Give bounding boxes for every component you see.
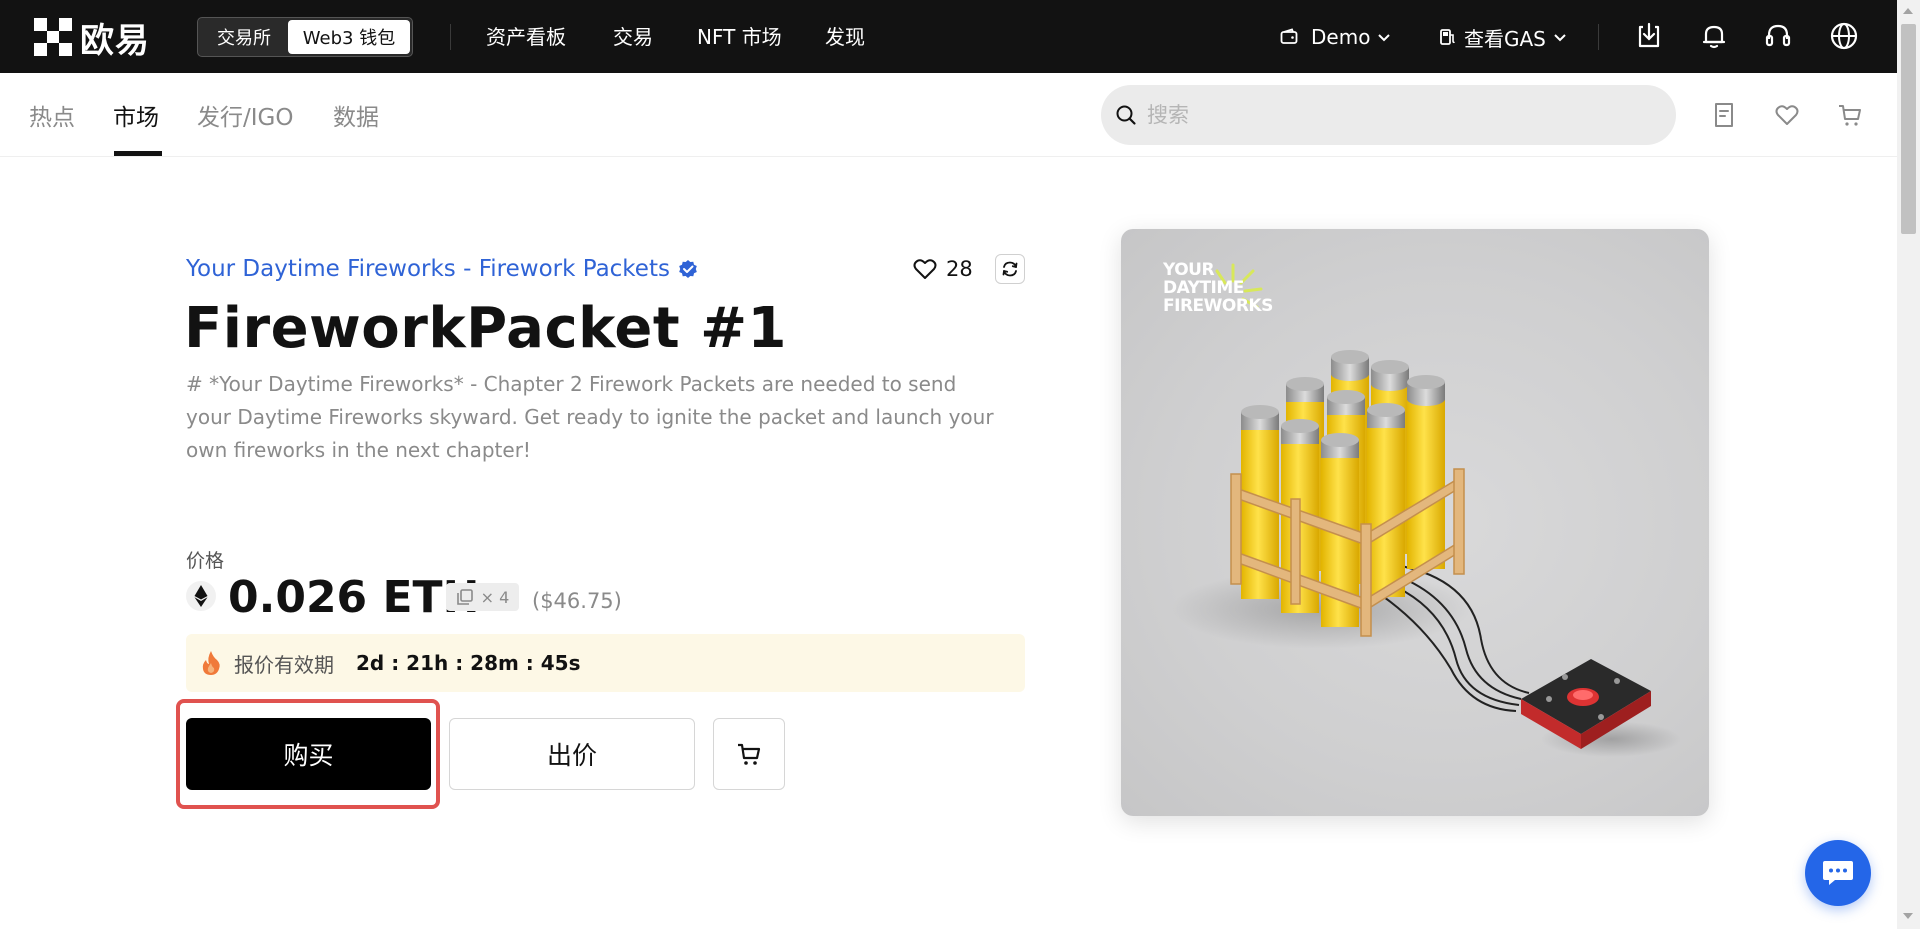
offer-expiry-label: 报价有效期 xyxy=(234,652,334,677)
active-tab-indicator xyxy=(114,151,162,156)
tab-hot[interactable]: 热点 xyxy=(29,98,75,131)
gas-label: 查看GAS xyxy=(1464,26,1546,51)
globe-icon xyxy=(1830,22,1858,50)
mode-exchange-button[interactable]: 交易所 xyxy=(200,20,288,54)
mode-switcher: 交易所 Web3 钱包 xyxy=(197,17,413,57)
price-value: 0.026 ETH xyxy=(228,572,480,623)
orders-button[interactable] xyxy=(1709,100,1739,130)
download-icon xyxy=(1638,22,1660,48)
chat-bubble-icon xyxy=(1823,861,1853,885)
nft-image[interactable]: YOUR DAYTIME FIREWORKS xyxy=(1121,229,1709,816)
brand-name: 欧易 xyxy=(80,20,150,61)
search-input[interactable] xyxy=(1147,103,1647,127)
offer-expiry-banner: 报价有效期 2d : 21h : 28m : 45s xyxy=(186,634,1025,692)
gas-selector[interactable]: 查看GAS xyxy=(1438,20,1568,54)
tab-market[interactable]: 市场 xyxy=(113,98,159,131)
nav-asset-dashboard[interactable]: 资产看板 xyxy=(486,22,566,52)
collection-link[interactable]: Your Daytime Fireworks - Firework Packet… xyxy=(186,253,698,285)
nft-description: # *Your Daytime Fireworks* - Chapter 2 F… xyxy=(186,372,994,462)
page-scrollbar[interactable] xyxy=(1897,0,1920,929)
divider xyxy=(1598,24,1599,50)
make-offer-button[interactable]: 出价 xyxy=(449,718,695,790)
fire-icon xyxy=(202,651,220,675)
fuel-pump-icon xyxy=(1440,29,1455,45)
nav-discover[interactable]: 发现 xyxy=(825,22,865,52)
shopping-cart-icon xyxy=(738,743,761,765)
document-icon xyxy=(1715,103,1733,127)
buy-button[interactable]: 购买 xyxy=(186,718,431,790)
price-label: 价格 xyxy=(186,550,225,572)
top-bar: 欧易 交易所 Web3 钱包 资产看板 交易 NFT 市场 发现 Demo 查看… xyxy=(0,0,1897,73)
price-usd: ($46.75) xyxy=(532,589,622,613)
brand-logo[interactable]: 欧易 xyxy=(34,18,160,61)
chevron-down-icon xyxy=(1554,34,1566,42)
headset-icon xyxy=(1765,24,1791,47)
chat-support-button[interactable] xyxy=(1805,840,1871,906)
quantity-badge: × 4 xyxy=(446,583,519,611)
support-button[interactable] xyxy=(1761,19,1795,53)
search-bar xyxy=(1101,85,1676,145)
heart-icon xyxy=(1775,105,1799,125)
scroll-down-icon[interactable] xyxy=(1903,913,1913,919)
verified-badge-icon xyxy=(679,260,697,278)
divider xyxy=(450,24,451,50)
offer-countdown: 2d : 21h : 28m : 45s xyxy=(356,651,581,675)
like-button[interactable]: 28 xyxy=(912,253,973,285)
refresh-metadata-button[interactable] xyxy=(995,254,1025,284)
scroll-up-icon[interactable] xyxy=(1903,8,1913,14)
firework-packet-illustration xyxy=(1171,263,1681,757)
nav-trade[interactable]: 交易 xyxy=(613,22,653,52)
bell-icon xyxy=(1702,25,1726,49)
artwork-logo: YOUR DAYTIME FIREWORKS xyxy=(1163,260,1273,316)
search-icon xyxy=(1116,105,1136,125)
cart-button[interactable] xyxy=(1835,100,1865,130)
mode-web3-wallet-button[interactable]: Web3 钱包 xyxy=(288,20,410,54)
wallet-name: Demo xyxy=(1311,25,1371,49)
like-count: 28 xyxy=(946,257,973,281)
quantity-value: × 4 xyxy=(480,587,510,607)
wallet-icon xyxy=(1280,28,1298,44)
brand-mark-icon xyxy=(34,18,72,56)
copies-icon xyxy=(456,589,473,605)
add-to-cart-button[interactable] xyxy=(713,718,785,790)
tab-launch-igo[interactable]: 发行/IGO xyxy=(197,98,293,131)
nft-title: FireworkPacket #1 xyxy=(184,296,788,361)
wallet-selector[interactable]: Demo xyxy=(1279,20,1392,54)
language-button[interactable] xyxy=(1827,19,1861,53)
download-app-button[interactable] xyxy=(1632,19,1666,53)
nav-nft-market[interactable]: NFT 市场 xyxy=(697,22,782,52)
refresh-icon xyxy=(1002,261,1018,277)
chevron-down-icon xyxy=(1378,34,1391,42)
notifications-button[interactable] xyxy=(1697,19,1731,53)
heart-icon xyxy=(913,259,937,279)
eth-icon xyxy=(186,581,216,611)
tab-data[interactable]: 数据 xyxy=(333,98,379,131)
collection-name: Your Daytime Fireworks - Firework Packet… xyxy=(186,256,670,282)
favorites-button[interactable] xyxy=(1772,100,1802,130)
scroll-thumb[interactable] xyxy=(1901,24,1916,234)
shopping-cart-icon xyxy=(1839,105,1861,126)
